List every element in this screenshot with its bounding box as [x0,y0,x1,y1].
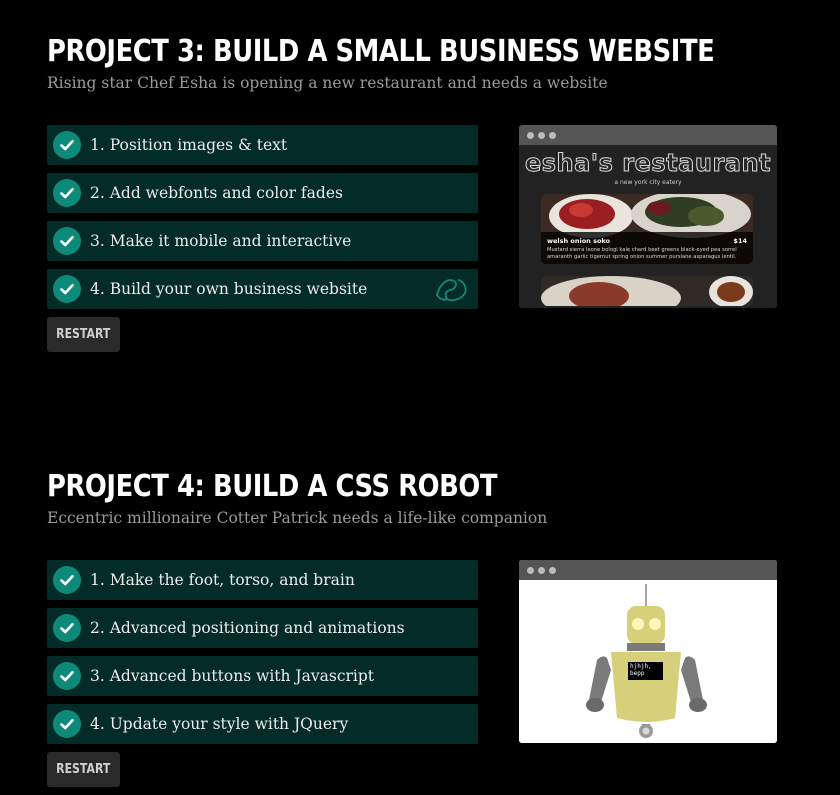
window-dot-icon [527,131,534,139]
project-subtitle: Eccentric millionaire Cotter Patrick nee… [47,509,548,527]
restart-button[interactable]: RESTART [47,752,120,787]
task-list: 1. Make the foot, torso, and brain 2. Ad… [47,560,478,752]
checkmark-icon [53,662,81,690]
dish-description: Mustard sierra leone bologi kale chard b… [547,247,737,260]
checkmark-icon [53,275,81,303]
task-item[interactable]: 3. Advanced buttons with Javascript [47,656,478,696]
robot-preview: hjhjh, bepp [519,580,777,743]
checkmark-icon [53,566,81,594]
task-item[interactable]: 2. Advanced positioning and animations [47,608,478,648]
site-title: esha's restaurant [524,149,772,178]
task-label: 3. Make it mobile and interactive [90,232,352,250]
dish-photo [541,276,753,306]
task-label: 4. Update your style with JQuery [90,715,349,733]
window-dot-icon [538,566,545,574]
dish-card [541,276,753,306]
task-item[interactable]: 1. Make the foot, torso, and brain [47,560,478,600]
window-dot-icon [549,566,556,574]
project-preview-window[interactable]: esha's restaurant a new york city eatery… [519,125,777,308]
task-label: 3. Advanced buttons with Javascript [90,667,375,685]
task-list: 1. Position images & text 2. Add webfont… [47,125,478,317]
dish-name: welsh onion soko [547,237,611,245]
checkmark-icon [53,710,81,738]
robot-screen-text: hjhjh, bepp [630,663,652,677]
robot-illustration [586,584,707,738]
checkmark-icon [53,614,81,642]
checkmark-icon [53,227,81,255]
project-title: PROJECT 4: BUILD A CSS ROBOT [47,469,498,504]
project-4-section: PROJECT 4: BUILD A CSS ROBOT Eccentric m… [47,469,787,787]
project-3-section: PROJECT 3: BUILD A SMALL BUSINESS WEBSIT… [47,34,787,352]
task-item[interactable]: 4. Update your style with JQuery [47,704,478,744]
task-label: 2. Add webfonts and color fades [90,184,343,202]
project-preview-window[interactable]: hjhjh, bepp [519,560,777,743]
checkmark-icon [53,131,81,159]
window-dot-icon [538,131,545,139]
task-item[interactable]: 2. Add webfonts and color fades [47,173,478,213]
window-titlebar [519,125,777,145]
project-title: PROJECT 3: BUILD A SMALL BUSINESS WEBSIT… [47,34,715,69]
restart-button[interactable]: RESTART [47,317,120,352]
dish-card: welsh onion soko $14 Mustard sierra leon… [541,194,753,264]
window-dot-icon [549,131,556,139]
checkmark-icon [53,179,81,207]
task-item[interactable]: 1. Position images & text [47,125,478,165]
task-label: 1. Make the foot, torso, and brain [90,571,355,589]
window-titlebar [519,560,777,580]
window-dot-icon [527,566,534,574]
restaurant-site-preview: esha's restaurant a new york city eatery… [519,145,777,308]
task-label: 2. Advanced positioning and animations [90,619,405,637]
task-item[interactable]: 4. Build your own business website [47,269,478,309]
project-subtitle: Rising star Chef Esha is opening a new r… [47,74,608,92]
task-label: 4. Build your own business website [90,280,368,298]
task-label: 1. Position images & text [90,136,288,154]
badge-outline-icon[interactable] [434,275,468,307]
task-item[interactable]: 3. Make it mobile and interactive [47,221,478,261]
site-tagline: a new york city eatery [614,179,682,186]
dish-price: $14 [733,237,747,245]
